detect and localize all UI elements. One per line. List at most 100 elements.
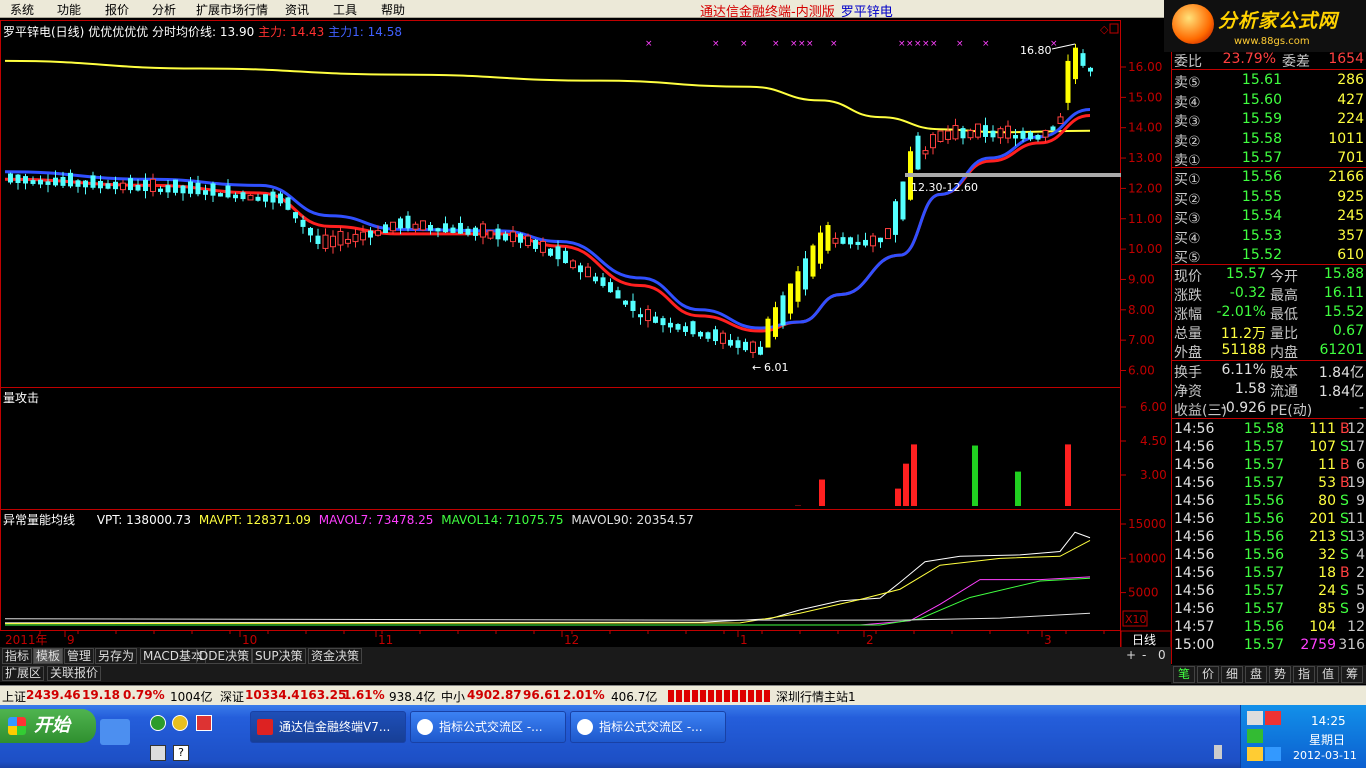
candle-body bbox=[952, 125, 959, 140]
support-band bbox=[905, 173, 1121, 177]
chart-area[interactable]: 16.0015.0014.0013.0012.0011.0010.009.008… bbox=[0, 18, 1171, 648]
index-status-bar: 上证 2439.46 19.18 0.79% 1004亿 深证 10334.4 … bbox=[0, 685, 1366, 705]
signal-mark: × bbox=[790, 39, 798, 49]
candle-body bbox=[780, 295, 786, 326]
candle-body bbox=[510, 231, 516, 243]
clock-time[interactable]: 14:25 bbox=[1311, 714, 1346, 728]
quote-tab-1[interactable]: 笔 bbox=[1173, 666, 1195, 683]
candle-body bbox=[68, 172, 73, 187]
ask-level-row: 卖④ 15.60 427 bbox=[1174, 91, 1364, 111]
trade-tick-row: 14:56 15.56 80 S 9 bbox=[1174, 493, 1365, 509]
candle-body bbox=[922, 150, 929, 155]
month-label: 12 bbox=[564, 633, 579, 647]
quote-tab-4[interactable]: 盘 bbox=[1245, 666, 1267, 683]
tab-3[interactable]: 管理 bbox=[64, 648, 95, 664]
candle-body bbox=[405, 215, 411, 229]
zoom-in-button[interactable]: + bbox=[1126, 648, 1136, 662]
candle-body bbox=[878, 237, 883, 243]
logo-url: www.88gs.com bbox=[1234, 36, 1310, 47]
candle-body bbox=[915, 135, 921, 170]
tab-1[interactable]: 指标 bbox=[2, 648, 33, 664]
candle-body bbox=[75, 180, 81, 187]
taskbar-item-tdx[interactable]: 通达信金融终端V7... bbox=[250, 711, 406, 743]
candle-body bbox=[435, 228, 441, 232]
menu-info[interactable]: 资讯 bbox=[285, 1, 309, 18]
menu-help[interactable]: 帮助 bbox=[381, 1, 405, 18]
bid-level-row: 买④ 15.53 357 bbox=[1174, 227, 1364, 247]
menu-analysis[interactable]: 分析 bbox=[152, 1, 176, 18]
main-force-value: 主力: 14.43 bbox=[258, 25, 325, 39]
candle-body bbox=[675, 324, 681, 330]
candle-body bbox=[240, 192, 246, 200]
network-icon[interactable] bbox=[1247, 711, 1263, 725]
ext-tab-2[interactable]: 关联报价 bbox=[47, 666, 102, 681]
diamond-icon[interactable]: ◇ bbox=[1100, 23, 1109, 36]
candle-body bbox=[653, 316, 658, 323]
trade-tick-row: 14:56 15.57 11 B 6 bbox=[1174, 457, 1365, 473]
menu-extended-market[interactable]: 扩展市场行情 bbox=[196, 1, 268, 18]
market-strength-bars bbox=[668, 690, 770, 702]
site-logo: 分析家公式网 www.88gs.com bbox=[1164, 0, 1366, 52]
candle-body bbox=[90, 175, 96, 188]
candle-body bbox=[113, 181, 118, 190]
menu-function[interactable]: 功能 bbox=[57, 1, 81, 18]
tab-7[interactable]: SUP决策 bbox=[252, 648, 306, 664]
candle-body bbox=[848, 237, 853, 245]
candle-body bbox=[23, 176, 28, 184]
show-desktop-icon[interactable] bbox=[100, 719, 130, 745]
candle-body bbox=[960, 128, 966, 139]
tdx-app-icon bbox=[257, 719, 273, 735]
zoom-out-button[interactable]: - bbox=[1142, 648, 1146, 662]
period-label[interactable]: 日线 bbox=[1132, 633, 1156, 647]
security-icon[interactable] bbox=[1265, 711, 1281, 725]
tab-2[interactable]: 模板 bbox=[33, 648, 64, 664]
taskbar-item-forum-1[interactable]: 指标公式交流区 -... bbox=[410, 711, 566, 743]
ext-tab-1[interactable]: 扩展区 bbox=[2, 666, 45, 681]
candle-body bbox=[563, 250, 568, 264]
app-quick-icon[interactable] bbox=[196, 715, 212, 731]
candle-body bbox=[855, 241, 861, 245]
tab-8[interactable]: 资金决策 bbox=[308, 648, 363, 664]
quote-tab-6[interactable]: 指 bbox=[1293, 666, 1315, 683]
price-tick: 11.00 bbox=[1128, 212, 1162, 226]
candle-body bbox=[698, 331, 703, 337]
windows-taskbar: 开始 ? 通达信金融终端V7... 指标公式交流区 -... 指标公式交流区 -… bbox=[0, 705, 1366, 768]
start-button[interactable]: 开始 bbox=[0, 709, 96, 743]
ime-icon[interactable] bbox=[1265, 747, 1281, 761]
restore-icon[interactable] bbox=[1109, 23, 1119, 34]
ie-icon[interactable] bbox=[150, 715, 166, 731]
quote-tab-2[interactable]: 价 bbox=[1197, 666, 1219, 683]
quote-tab-5[interactable]: 势 bbox=[1269, 666, 1291, 683]
keyboard-icon[interactable] bbox=[150, 745, 166, 761]
zoom-controls: + - 0 bbox=[1120, 647, 1171, 665]
clock-weekday: 星期日 bbox=[1309, 733, 1346, 747]
candle-body bbox=[593, 276, 598, 282]
tab-6[interactable]: DDE决策 bbox=[196, 648, 253, 664]
server-status[interactable]: 深圳行情主站1 bbox=[776, 688, 856, 705]
app-tray-icon[interactable] bbox=[1247, 729, 1263, 743]
usb-icon[interactable] bbox=[1214, 745, 1222, 759]
signal-mark: × bbox=[712, 39, 720, 49]
mavol90-line bbox=[4, 612, 1091, 621]
candle-body bbox=[255, 196, 261, 201]
candle-body bbox=[570, 260, 576, 269]
taskbar-item-forum-2[interactable]: 指标公式交流区 -... bbox=[570, 711, 726, 743]
reset-zoom-button[interactable]: 0 bbox=[1158, 648, 1166, 662]
candle-body bbox=[345, 238, 351, 244]
menu-system[interactable]: 系统 bbox=[10, 1, 34, 18]
menu-quote[interactable]: 报价 bbox=[105, 1, 129, 18]
candle-body bbox=[315, 235, 321, 244]
help-icon[interactable]: ? bbox=[173, 745, 189, 761]
candle-body bbox=[420, 220, 426, 231]
app-window: { "menu": ["系统","功能","报价","分析","扩展市场行情",… bbox=[0, 0, 1366, 768]
quote-tab-7[interactable]: 值 bbox=[1317, 666, 1339, 683]
volume-icon[interactable] bbox=[1247, 747, 1263, 761]
quote-tab-3[interactable]: 细 bbox=[1221, 666, 1243, 683]
volume-pane-title: 量攻击 bbox=[3, 391, 40, 405]
candle-body bbox=[263, 194, 268, 202]
quote-tab-8[interactable]: 筹 bbox=[1341, 666, 1363, 683]
media-icon[interactable] bbox=[172, 715, 188, 731]
ask-level-row: 卖② 15.58 1011 bbox=[1174, 130, 1364, 150]
tab-4[interactable]: 另存为 bbox=[95, 648, 138, 664]
menu-tools[interactable]: 工具 bbox=[333, 1, 357, 18]
